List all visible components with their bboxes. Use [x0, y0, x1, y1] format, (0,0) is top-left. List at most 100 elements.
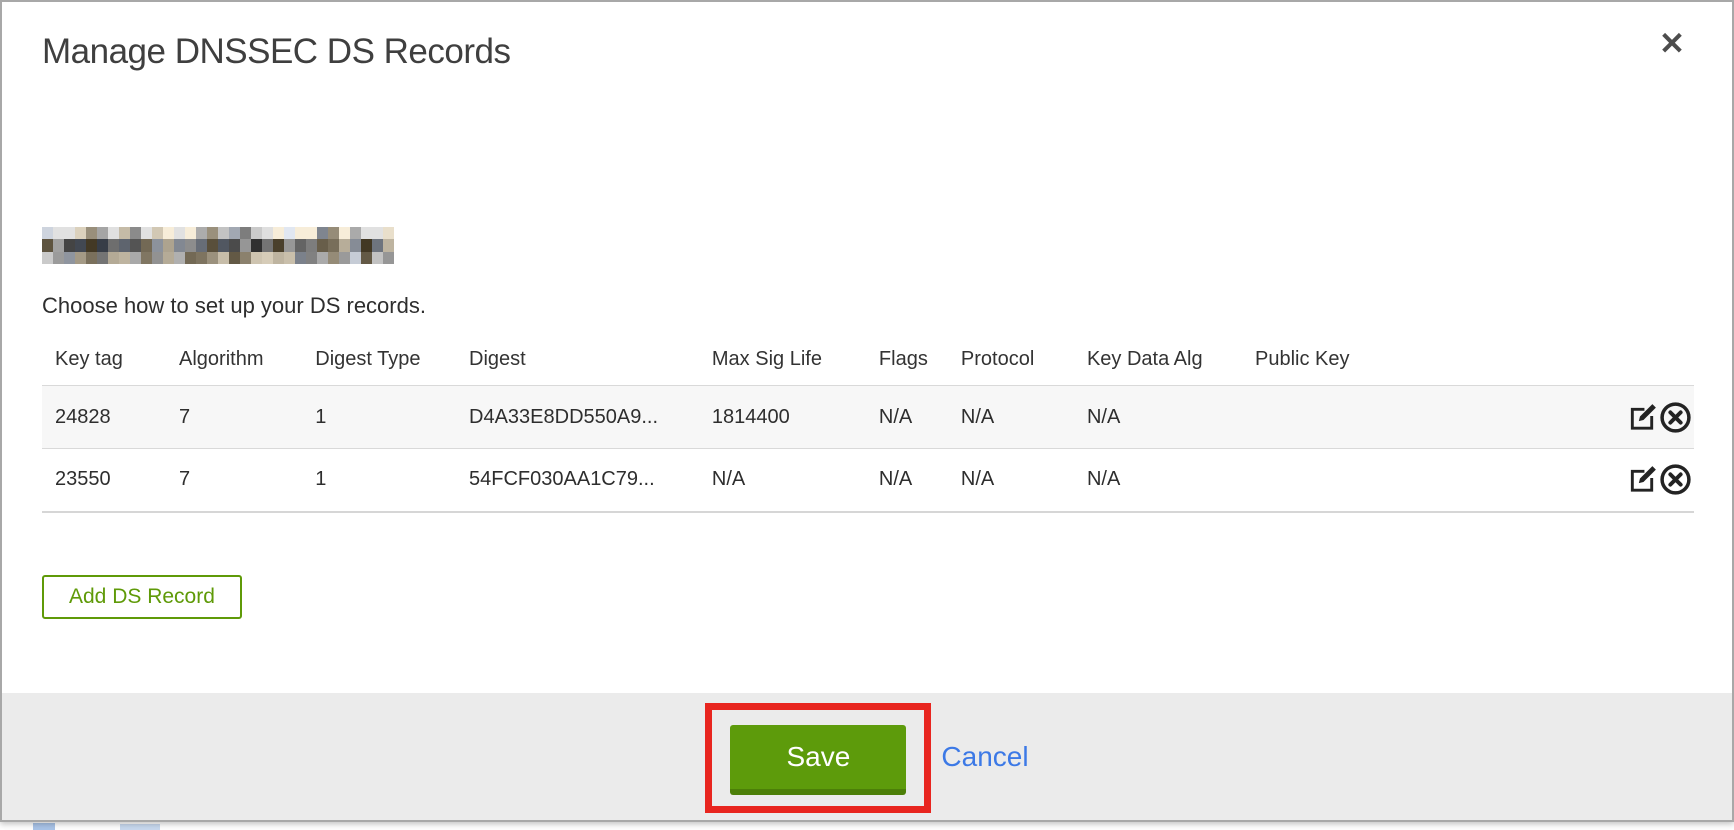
redacted-pixel [383, 239, 394, 251]
redacted-pixel [339, 239, 350, 251]
column-header-flags: Flags [866, 336, 948, 386]
redacted-pixel [152, 239, 163, 251]
redacted-pixel [163, 252, 174, 264]
redacted-pixel [97, 227, 108, 239]
redacted-pixel [251, 252, 262, 264]
redacted-pixel [152, 227, 163, 239]
redacted-pixel [130, 239, 141, 251]
redacted-pixel [218, 227, 229, 239]
cell-digest: D4A33E8DD550A9... [456, 386, 699, 449]
column-header-key-tag: Key tag [42, 336, 166, 386]
redacted-pixel [262, 239, 273, 251]
table-row: 24828 7 1 D4A33E8DD550A9... 1814400 N/A … [42, 386, 1694, 449]
column-header-key-data-alg: Key Data Alg [1074, 336, 1242, 386]
cell-key-tag: 23550 [42, 449, 166, 512]
redacted-pixel [284, 252, 295, 264]
redacted-pixel [185, 252, 196, 264]
save-button[interactable]: Save [730, 725, 906, 795]
redacted-pixel [75, 239, 86, 251]
redacted-pixel [196, 239, 207, 251]
redacted-pixel [207, 227, 218, 239]
redacted-pixel [328, 252, 339, 264]
background-page-fragment [33, 823, 55, 830]
redacted-pixel [97, 239, 108, 251]
redacted-pixel [53, 252, 64, 264]
edit-record-button[interactable] [1627, 402, 1658, 433]
column-header-public-key: Public Key [1242, 336, 1594, 386]
close-button[interactable]: ✕ [1654, 26, 1690, 62]
column-header-digest: Digest [456, 336, 699, 386]
redacted-pixel [229, 227, 240, 239]
redacted-pixel [284, 227, 295, 239]
delete-icon [1659, 463, 1692, 496]
page-title: Manage DNSSEC DS Records [42, 32, 510, 72]
redacted-pixel [218, 252, 229, 264]
redacted-pixel [273, 227, 284, 239]
add-ds-record-button[interactable]: Add DS Record [42, 575, 242, 619]
redacted-pixel [130, 252, 141, 264]
redacted-pixel [350, 227, 361, 239]
redacted-pixel [119, 227, 130, 239]
redacted-pixel [240, 239, 251, 251]
column-header-digest-type: Digest Type [302, 336, 456, 386]
cell-digest: 54FCF030AA1C79... [456, 449, 699, 512]
redacted-pixel [119, 239, 130, 251]
delete-record-button[interactable] [1659, 463, 1692, 496]
cell-key-data-alg: N/A [1074, 386, 1242, 449]
redacted-pixel [317, 239, 328, 251]
edit-record-button[interactable] [1627, 464, 1658, 495]
redacted-pixel [53, 227, 64, 239]
redacted-pixel [361, 239, 372, 251]
redacted-pixel [141, 239, 152, 251]
redacted-pixel [108, 239, 119, 251]
redacted-pixel [108, 227, 119, 239]
redacted-pixel [328, 227, 339, 239]
manage-dnssec-modal: ✕ Manage DNSSEC DS Records Choose how to… [0, 0, 1734, 822]
cell-digest-type: 1 [302, 386, 456, 449]
column-header-protocol: Protocol [948, 336, 1074, 386]
edit-icon [1627, 402, 1658, 433]
cell-public-key [1242, 449, 1594, 512]
table-row: 23550 7 1 54FCF030AA1C79... N/A N/A N/A … [42, 449, 1694, 512]
redacted-pixel [372, 227, 383, 239]
column-header-algorithm: Algorithm [166, 336, 302, 386]
redacted-pixel [262, 227, 273, 239]
redacted-pixel [273, 239, 284, 251]
delete-record-button[interactable] [1659, 401, 1692, 434]
redacted-pixel [86, 239, 97, 251]
redacted-pixel [207, 252, 218, 264]
redacted-pixel [86, 252, 97, 264]
setup-instructions: Choose how to set up your DS records. [42, 293, 426, 319]
redacted-pixel [383, 252, 394, 264]
redacted-pixel [317, 252, 328, 264]
redacted-pixel [53, 239, 64, 251]
redacted-pixel [350, 239, 361, 251]
redacted-pixel [251, 239, 262, 251]
redacted-pixel [339, 252, 350, 264]
edit-icon [1627, 464, 1658, 495]
redacted-pixel [119, 252, 130, 264]
redacted-pixel [383, 227, 394, 239]
redacted-pixel [163, 227, 174, 239]
column-header-max-sig-life: Max Sig Life [699, 336, 866, 386]
redacted-pixel [174, 239, 185, 251]
redacted-pixel [295, 252, 306, 264]
redacted-pixel [174, 252, 185, 264]
redacted-pixel [372, 239, 383, 251]
redacted-pixel [306, 227, 317, 239]
redacted-pixel [306, 239, 317, 251]
redacted-pixel [196, 227, 207, 239]
redacted-pixel [350, 252, 361, 264]
redacted-pixel [130, 227, 141, 239]
redacted-pixel [196, 252, 207, 264]
cell-actions [1594, 386, 1694, 449]
redacted-pixel [339, 227, 350, 239]
redacted-pixel [372, 252, 383, 264]
redacted-pixel [361, 252, 372, 264]
cell-protocol: N/A [948, 449, 1074, 512]
domain-name-redacted [42, 227, 394, 264]
redacted-pixel [64, 239, 75, 251]
cancel-link[interactable]: Cancel [941, 741, 1028, 773]
modal-footer: Save Cancel [2, 693, 1732, 820]
redacted-pixel [317, 227, 328, 239]
